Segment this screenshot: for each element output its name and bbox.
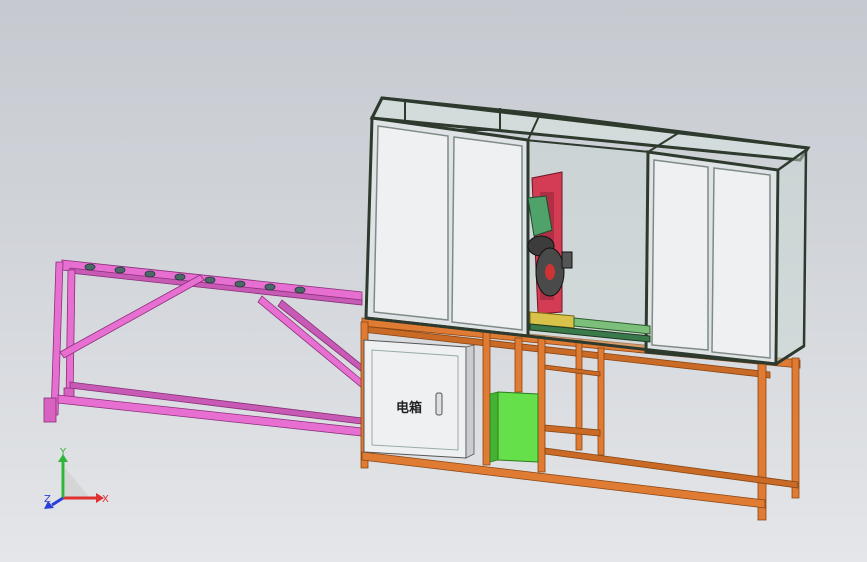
x-axis-label: X [102, 494, 109, 505]
assembly-model[interactable]: 电箱 X Y Z [0, 0, 867, 562]
roller-conveyor[interactable] [43, 259, 363, 437]
cabinet-label: 电箱 [396, 400, 422, 416]
z-axis-arrow [51, 496, 64, 507]
z-axis-label: Z [44, 494, 51, 505]
cabinet-handle[interactable] [435, 392, 443, 416]
3d-viewport[interactable]: 电箱 X Y Z [0, 0, 867, 562]
electrical-cabinet[interactable]: 电箱 [363, 339, 475, 459]
axis-triad: X Y Z [44, 447, 109, 509]
green-control-box[interactable] [489, 391, 539, 463]
y-axis-label: Y [59, 447, 67, 458]
